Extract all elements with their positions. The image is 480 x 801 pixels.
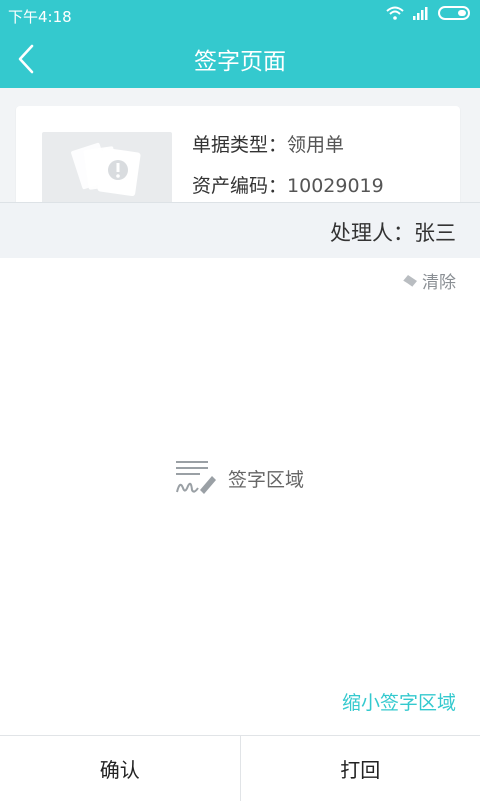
clear-label: 清除 — [422, 268, 456, 293]
signature-panel: 清除 签字区域 缩小签字区域 — [0, 258, 480, 735]
document-info-card: 单据类型：领用单 资产编码：10029019 — [16, 106, 460, 216]
signature-hint: 签字区域 — [174, 458, 304, 498]
asset-code-value: 10029019 — [287, 175, 384, 197]
title-bar: 签字页面 — [0, 30, 480, 88]
signature-area[interactable]: 签字区域 — [0, 308, 480, 688]
document-type-value: 领用单 — [287, 134, 344, 156]
handler-label: 处理人： — [330, 221, 414, 245]
battery-icon — [438, 6, 470, 20]
return-button[interactable]: 打回 — [240, 736, 480, 801]
wifi-icon — [386, 6, 404, 20]
document-info-lines: 单据类型：领用单 资产编码：10029019 — [192, 130, 384, 212]
document-type-label: 单据类型： — [192, 134, 287, 156]
clear-button[interactable]: 清除 — [402, 268, 456, 293]
status-time: 下午4:18 — [8, 6, 72, 27]
asset-code-row: 资产编码：10029019 — [192, 171, 384, 198]
document-type-row: 单据类型：领用单 — [192, 130, 384, 157]
signature-hint-label: 签字区域 — [228, 465, 304, 492]
asset-code-label: 资产编码： — [192, 175, 287, 197]
handler-name: 张三 — [414, 221, 456, 245]
eraser-icon — [402, 274, 418, 288]
signature-pen-icon — [174, 458, 218, 498]
handler-text: 处理人：张三 — [330, 217, 456, 247]
bottom-action-bar: 确认 打回 — [0, 735, 480, 801]
page-title: 签字页面 — [0, 42, 480, 76]
status-bar: 下午4:18 — [0, 0, 480, 30]
confirm-button[interactable]: 确认 — [0, 736, 240, 801]
handler-bar: 处理人：张三 — [0, 202, 480, 259]
shrink-signature-area-link[interactable]: 缩小签字区域 — [342, 688, 456, 715]
signal-icon — [412, 6, 430, 20]
status-icons — [386, 6, 470, 20]
